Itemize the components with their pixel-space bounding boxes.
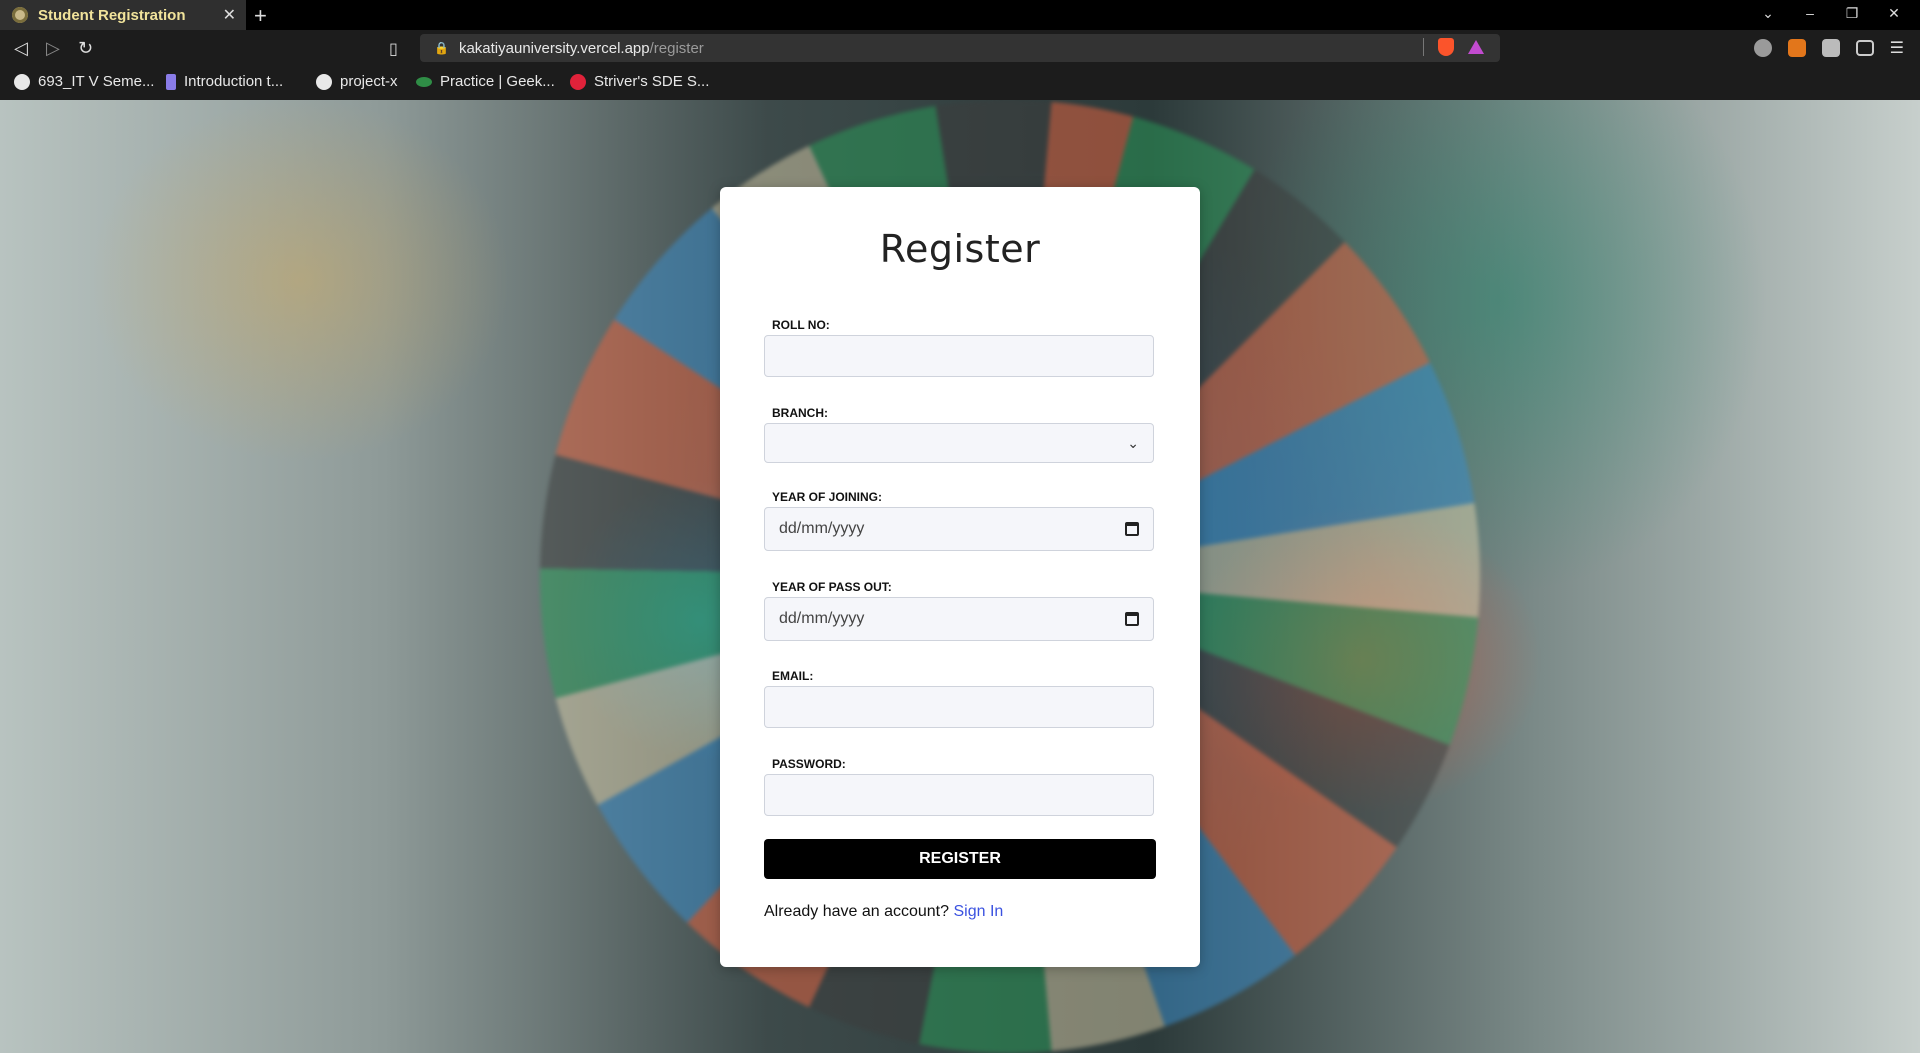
email-label: EMAIL: — [772, 669, 814, 683]
year-of-pass-out-input[interactable]: dd/mm/yyyy — [764, 597, 1154, 641]
bookmark-item[interactable]: Practice | Geek... — [416, 73, 555, 90]
year-of-joining-input[interactable]: dd/mm/yyyy — [764, 507, 1154, 551]
globe-icon — [14, 73, 30, 90]
forward-icon[interactable]: ▷ — [46, 38, 60, 59]
back-icon[interactable]: ◁ — [14, 38, 28, 59]
bookmark-label: Practice | Geek... — [440, 73, 555, 90]
bookmark-label: Introduction t... — [184, 73, 284, 90]
lock-icon[interactable]: 🔒 — [434, 41, 449, 55]
roll-no-input[interactable] — [764, 335, 1154, 377]
brave-rewards-icon[interactable] — [1468, 40, 1484, 54]
reload-icon[interactable]: ↻ — [78, 38, 93, 59]
chevron-down-icon: ⌄ — [1127, 434, 1139, 451]
address-bar-actions — [1423, 38, 1484, 56]
date-placeholder: dd/mm/yyyy — [779, 520, 865, 537]
date-placeholder: dd/mm/yyyy — [779, 610, 865, 627]
year-of-joining-label: YEAR OF JOINING: — [772, 490, 883, 504]
tab-bar: Student Registration ✕ + ⌄ ‒ ❐ ✕ — [0, 0, 1920, 30]
menu-icon[interactable]: ☰ — [1890, 38, 1904, 58]
geeksforgeeks-icon — [416, 76, 432, 87]
metamask-icon[interactable] — [1787, 39, 1806, 57]
github-icon — [316, 73, 332, 90]
calendar-icon[interactable] — [1125, 522, 1139, 536]
bookmark-item[interactable]: Introduction t... — [166, 73, 283, 90]
tab-title: Student Registration — [38, 6, 186, 24]
branch-label: BRANCH: — [772, 406, 828, 420]
bookmarks-bar: 693_IT V Seme... Introduction t... proje… — [0, 66, 1920, 101]
register-button[interactable]: REGISTER — [764, 839, 1156, 879]
url-path: /register — [649, 39, 704, 57]
separator — [1423, 38, 1424, 56]
signin-link[interactable]: Sign In — [953, 903, 1003, 920]
bookmark-item[interactable]: Striver's SDE S... — [570, 73, 709, 90]
password-input[interactable] — [764, 774, 1154, 816]
signin-prompt: Already have an account? Sign In — [764, 903, 1003, 921]
register-card: Register ROLL NO: BRANCH: ⌄ YEAR OF JOIN… — [720, 187, 1200, 967]
calendar-icon[interactable] — [1125, 612, 1139, 626]
address-bar[interactable]: 🔒 kakatiyauniversity.vercel.app/register — [420, 34, 1500, 62]
profile-extension-icon[interactable] — [1753, 39, 1772, 57]
bookmark-label: 693_IT V Seme... — [38, 73, 155, 90]
signin-prompt-text: Already have an account? — [764, 903, 950, 920]
tab-search-icon[interactable]: ⌄ — [1758, 5, 1778, 22]
bookmark-icon[interactable]: ▯ — [389, 39, 398, 59]
roll-no-label: ROLL NO: — [772, 318, 830, 332]
extensions-area: ☰ — [1753, 38, 1904, 58]
minimize-icon[interactable]: ‒ — [1800, 5, 1820, 22]
window-controls: ⌄ ‒ ❐ ✕ — [1758, 5, 1904, 22]
tab-student-registration[interactable]: Student Registration ✕ — [0, 0, 246, 30]
close-tab-icon[interactable]: ✕ — [223, 5, 236, 25]
page-title: Register — [879, 227, 1041, 271]
page-background: Register ROLL NO: BRANCH: ⌄ YEAR OF JOIN… — [0, 100, 1920, 1053]
bookmark-item[interactable]: 693_IT V Seme... — [14, 73, 154, 90]
puzzle-icon[interactable] — [1821, 39, 1840, 57]
restore-icon[interactable]: ❐ — [1842, 5, 1862, 22]
navigation-bar: ◁ ▷ ↻ ▯ 🔒 kakatiyauniversity.vercel.app /… — [0, 30, 1920, 66]
email-input[interactable] — [764, 686, 1154, 728]
branch-select[interactable]: ⌄ — [764, 423, 1154, 463]
bookmark-label: Striver's SDE S... — [594, 73, 710, 90]
bookmark-label: project-x — [340, 73, 398, 90]
bookmark-item[interactable]: project-x — [316, 73, 398, 90]
ethereum-icon — [166, 73, 176, 90]
takeuforward-icon — [570, 73, 586, 90]
url-host: kakatiyauniversity.vercel.app — [458, 39, 650, 57]
new-tab-button[interactable]: + — [254, 3, 267, 29]
close-window-icon[interactable]: ✕ — [1884, 5, 1904, 22]
password-label: PASSWORD: — [772, 757, 846, 771]
wallet-icon[interactable] — [1855, 40, 1874, 56]
site-favicon-icon — [12, 7, 28, 23]
brave-shield-icon[interactable] — [1438, 38, 1454, 56]
year-of-pass-out-label: YEAR OF PASS OUT: — [772, 580, 892, 594]
